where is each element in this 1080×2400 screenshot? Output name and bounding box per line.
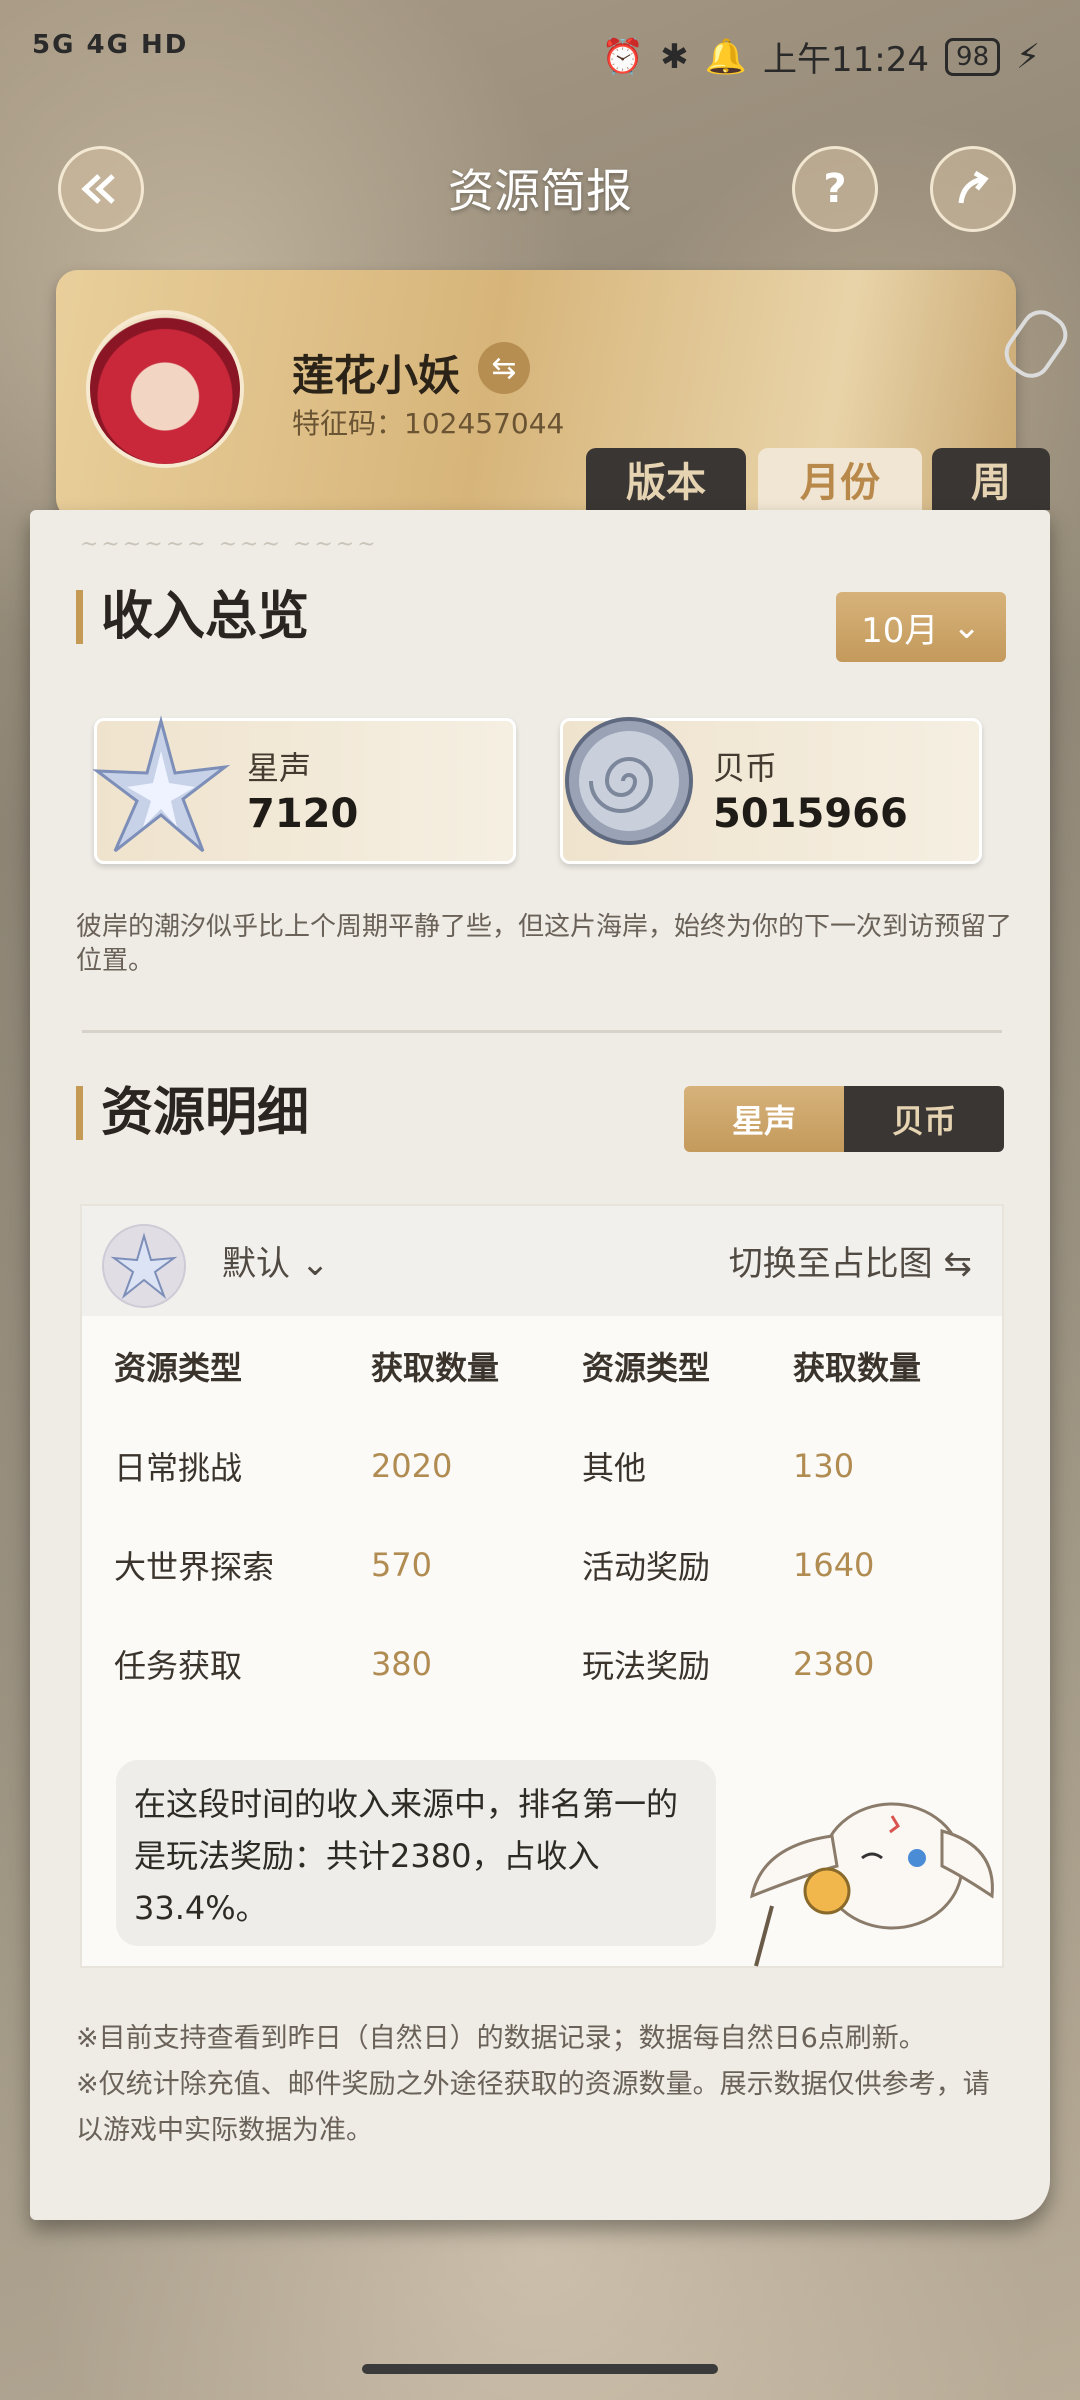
home-indicator[interactable]: [362, 2364, 718, 2374]
column-header: 资源类型: [581, 1349, 710, 1387]
detail-panel: 默认 ⌄ 切换至占比图 ⇆ 资源类型 获取数量 资源类型 获取数量 日常挑战 2…: [80, 1204, 1004, 1968]
player-id: 特征码：102457044: [292, 407, 565, 440]
section-divider: [82, 1030, 1002, 1033]
segment-star-sound[interactable]: 星声: [684, 1086, 844, 1152]
resource-card-shell-coin: 贝币 5015966: [560, 717, 982, 864]
table-header-row: 资源类型 获取数量 资源类型 获取数量: [96, 1316, 986, 1416]
chevron-down-icon: ⌄: [952, 607, 981, 647]
month-value: 10月: [861, 610, 939, 651]
table-cell: 130: [792, 1446, 855, 1485]
charging-icon: ⚡: [1016, 36, 1040, 77]
swap-icon: ⇆: [491, 350, 517, 386]
mascot-illustration: [749, 1802, 994, 1967]
table-row: 大世界探索 570 活动奖励 1640: [96, 1515, 986, 1614]
signal-indicators: 5G 4G HD: [32, 30, 189, 60]
table-cell: 其他: [581, 1448, 646, 1487]
column-header: 获取数量: [370, 1349, 499, 1387]
star-crystal-icon: [92, 715, 231, 853]
alarm-icon: ⏰: [601, 36, 645, 77]
overview-title: 收入总览: [76, 590, 309, 644]
switch-account-button[interactable]: ⇆: [478, 342, 530, 394]
help-button[interactable]: ?: [792, 146, 878, 232]
detail-title: 资源明细: [76, 1086, 309, 1140]
table-cell: 任务获取: [114, 1646, 243, 1685]
sort-label: 默认: [222, 1244, 290, 1284]
table-cell: 2380: [792, 1644, 875, 1683]
table-cell: 1640: [792, 1545, 875, 1584]
resource-table: 资源类型 获取数量 资源类型 获取数量 日常挑战 2020 其他 130 大世界…: [96, 1316, 986, 1713]
avatar[interactable]: [86, 310, 244, 468]
swap-icon: ⇆: [943, 1244, 973, 1284]
resource-card-star-sound: 星声 7120: [92, 715, 516, 864]
table-cell: 380: [370, 1644, 433, 1683]
resource-value: 7120: [247, 791, 359, 837]
clock-time: 上午11:24: [763, 40, 930, 80]
tab-week[interactable]: 周: [932, 448, 1050, 510]
month-selector[interactable]: 10月 ⌄: [836, 592, 1006, 662]
footnote: ※仅统计除充值、邮件奖励之外途径获取的资源数量。展示数据仅供参考，请以游戏中实际…: [76, 2069, 990, 2146]
table-cell: 日常挑战: [114, 1448, 243, 1487]
tab-month[interactable]: 月份: [758, 448, 922, 510]
star-crystal-icon: [102, 1224, 186, 1308]
summary-bubble: 在这段时间的收入来源中，排名第一的是玩法奖励：共计2380，占收入33.4%。: [116, 1760, 716, 1946]
decorative-script: ~~~~~~ ~~~ ~~~~: [80, 532, 379, 557]
table-cell: 活动奖励: [581, 1547, 710, 1586]
column-header: 获取数量: [792, 1349, 921, 1387]
sort-dropdown[interactable]: 默认 ⌄: [222, 1236, 329, 1285]
share-icon: [958, 170, 989, 204]
table-row: 任务获取 380 玩法奖励 2380: [96, 1614, 986, 1713]
overview-description: 彼岸的潮汐似乎比上个周期平静了些，但这片海岸，始终为你的下一次到访预留了位置。: [76, 912, 1013, 976]
table-cell: 玩法奖励: [581, 1646, 710, 1685]
page-title: 资源简报: [448, 164, 632, 218]
player-name: 莲花小妖: [292, 351, 461, 400]
battery-indicator: 98: [945, 37, 1001, 76]
segment-shell-coin[interactable]: 贝币: [844, 1086, 1004, 1152]
table-row: 日常挑战 2020 其他 130: [96, 1416, 986, 1515]
table-cell: 2020: [370, 1446, 453, 1485]
footnotes: ※目前支持查看到昨日（自然日）的数据记录；数据每自然日6点刷新。 ※仅统计除充值…: [76, 2016, 1006, 2154]
tab-version[interactable]: 版本: [586, 448, 746, 510]
switch-chart-button[interactable]: 切换至占比图 ⇆: [729, 1236, 972, 1285]
resource-label: 贝币: [713, 749, 778, 787]
detail-toolbar: 默认 ⌄ 切换至占比图 ⇆: [82, 1206, 1002, 1316]
column-header: 资源类型: [114, 1349, 243, 1387]
chevron-down-icon: ⌄: [300, 1244, 330, 1284]
table-cell: 大世界探索: [114, 1547, 275, 1586]
switch-chart-label: 切换至占比图: [728, 1244, 933, 1284]
footnote: ※目前支持查看到昨日（自然日）的数据记录；数据每自然日6点刷新。: [76, 2023, 926, 2054]
bluetooth-icon: ✱: [660, 36, 689, 77]
resource-segment-control: 星声 贝币: [684, 1086, 1004, 1152]
shell-coin-icon: [565, 717, 693, 845]
resource-value: 5015966: [713, 791, 908, 837]
resource-label: 星声: [247, 749, 312, 787]
report-panel: ~~~~~~ ~~~ ~~~~ 收入总览 10月 ⌄ 星声 7120 贝币 50…: [30, 510, 1050, 2220]
bell-icon: 🔔: [704, 36, 748, 77]
share-button[interactable]: [930, 146, 1016, 232]
table-cell: 570: [370, 1545, 433, 1584]
status-bar: 5G 4G HD ⏰ ✱ 🔔 上午11:24 98 ⚡: [0, 0, 1080, 110]
